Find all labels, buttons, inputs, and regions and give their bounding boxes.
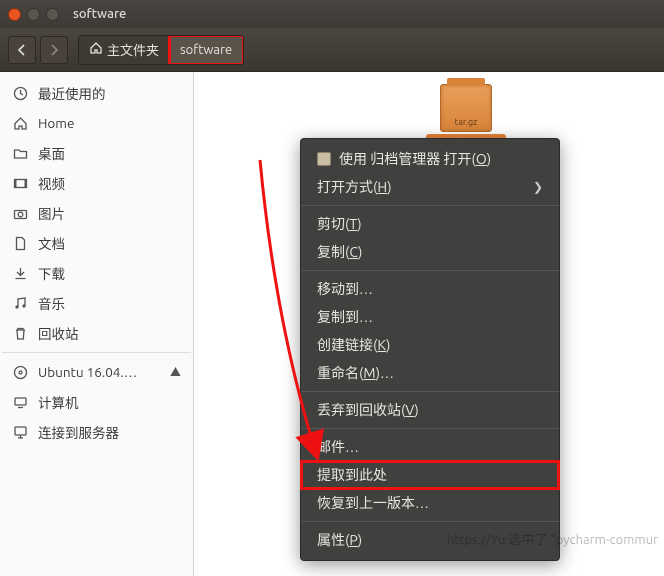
menu-cut[interactable]: 剪切(T)	[301, 210, 559, 238]
menu-label: 使用 归档管理器 打开(O)	[339, 149, 491, 169]
window-maximize-button[interactable]	[46, 8, 59, 21]
menu-separator	[301, 270, 559, 271]
camera-icon	[12, 205, 28, 221]
crumb-home[interactable]: 主文件夹	[79, 36, 170, 64]
crumb-home-label: 主文件夹	[107, 40, 159, 59]
sidebar-item-label: 音乐	[38, 293, 65, 313]
sidebar-item-recent[interactable]: 最近使用的	[0, 78, 193, 108]
sidebar-item-computer[interactable]: 计算机	[0, 387, 193, 417]
menu-copy-to[interactable]: 复制到…	[301, 303, 559, 331]
menu-copy[interactable]: 复制(C)	[301, 238, 559, 266]
archive-ext-label: tar.gz	[441, 117, 491, 127]
menu-label: 复制(C)	[317, 242, 362, 262]
menu-separator	[301, 521, 559, 522]
nav-forward-button[interactable]	[40, 36, 68, 64]
menu-label: 剪切(T)	[317, 214, 362, 234]
menu-revert[interactable]: 恢复到上一版本…	[301, 489, 559, 517]
menu-label: 邮件…	[317, 437, 359, 457]
menu-extract-here[interactable]: 提取到此处	[301, 461, 559, 489]
menu-separator	[301, 205, 559, 206]
sidebar-item-label: 下载	[38, 263, 65, 283]
menu-label: 提取到此处	[317, 465, 387, 485]
menu-rename[interactable]: 重命名(M)…	[301, 359, 559, 387]
home-icon	[89, 41, 103, 58]
sidebar-item-pictures[interactable]: 图片	[0, 198, 193, 228]
menu-label: 创建链接(K)	[317, 335, 390, 355]
download-icon	[12, 265, 28, 281]
title-bar: software	[0, 0, 664, 28]
sidebar-item-ubuntu-disc[interactable]: Ubuntu 16.04.… ▲	[0, 357, 193, 387]
menu-separator	[301, 391, 559, 392]
sidebar-item-label: 连接到服务器	[38, 422, 119, 442]
menu-separator	[301, 428, 559, 429]
menu-label: 移动到…	[317, 279, 373, 299]
sidebar-separator	[2, 352, 191, 353]
crumb-current-label: software	[180, 43, 232, 57]
sidebar-item-label: 计算机	[38, 392, 79, 412]
server-icon	[12, 424, 28, 440]
computer-icon	[12, 394, 28, 410]
menu-mail[interactable]: 邮件…	[301, 433, 559, 461]
folder-icon	[12, 145, 28, 161]
sidebar-item-label: 视频	[38, 173, 65, 193]
watermark-text: https://Yu 选中了 "pycharm-commur	[447, 529, 658, 548]
disc-icon	[12, 364, 28, 380]
sidebar-item-videos[interactable]: 视频	[0, 168, 193, 198]
sidebar-item-label: 回收站	[38, 323, 79, 343]
sidebar-item-downloads[interactable]: 下载	[0, 258, 193, 288]
sidebar-item-label: 文档	[38, 233, 65, 253]
music-icon	[12, 295, 28, 311]
window-title: software	[73, 7, 126, 21]
menu-move-to-trash[interactable]: 丢弃到回收站(V)	[301, 396, 559, 424]
menu-open-with-archive-manager[interactable]: 使用 归档管理器 打开(O)	[301, 145, 559, 173]
breadcrumb: 主文件夹 software	[78, 35, 244, 65]
menu-open-with[interactable]: 打开方式(H) ❯	[301, 173, 559, 201]
sidebar: 最近使用的 Home 桌面 视频 图片 文档 下载 音乐 回收站 Ubuntu …	[0, 72, 194, 576]
window-close-button[interactable]	[8, 8, 21, 21]
home-icon	[12, 115, 28, 131]
window-minimize-button[interactable]	[27, 8, 40, 21]
sidebar-item-music[interactable]: 音乐	[0, 288, 193, 318]
eject-icon[interactable]: ▲	[170, 364, 181, 380]
chevron-right-icon: ❯	[533, 180, 543, 194]
sidebar-item-home[interactable]: Home	[0, 108, 193, 138]
crumb-current[interactable]: software	[170, 36, 243, 64]
toolbar: 主文件夹 software	[0, 28, 664, 72]
sidebar-item-label: 图片	[38, 203, 65, 223]
clock-icon	[12, 85, 28, 101]
sidebar-item-documents[interactable]: 文档	[0, 228, 193, 258]
menu-label: 丢弃到回收站(V)	[317, 400, 419, 420]
menu-label: 复制到…	[317, 307, 373, 327]
archive-icon: tar.gz	[440, 84, 492, 132]
menu-label: 重命名(M)…	[317, 363, 394, 383]
menu-move-to[interactable]: 移动到…	[301, 275, 559, 303]
trash-icon	[12, 325, 28, 341]
menu-make-link[interactable]: 创建链接(K)	[301, 331, 559, 359]
sidebar-item-desktop[interactable]: 桌面	[0, 138, 193, 168]
doc-icon	[12, 235, 28, 251]
menu-label: 属性(P)	[317, 530, 362, 550]
archive-manager-icon	[317, 152, 331, 166]
sidebar-item-label: 最近使用的	[38, 83, 106, 103]
sidebar-item-label: Ubuntu 16.04.…	[38, 364, 137, 380]
sidebar-item-connect-server[interactable]: 连接到服务器	[0, 417, 193, 447]
nav-back-button[interactable]	[8, 36, 36, 64]
sidebar-item-label: 桌面	[38, 143, 65, 163]
context-menu: 使用 归档管理器 打开(O) 打开方式(H) ❯ 剪切(T) 复制(C) 移动到…	[300, 138, 560, 561]
menu-label: 打开方式(H)	[317, 177, 392, 197]
menu-label: 恢复到上一版本…	[317, 493, 429, 513]
sidebar-item-label: Home	[38, 115, 74, 131]
video-icon	[12, 175, 28, 191]
sidebar-item-trash[interactable]: 回收站	[0, 318, 193, 348]
